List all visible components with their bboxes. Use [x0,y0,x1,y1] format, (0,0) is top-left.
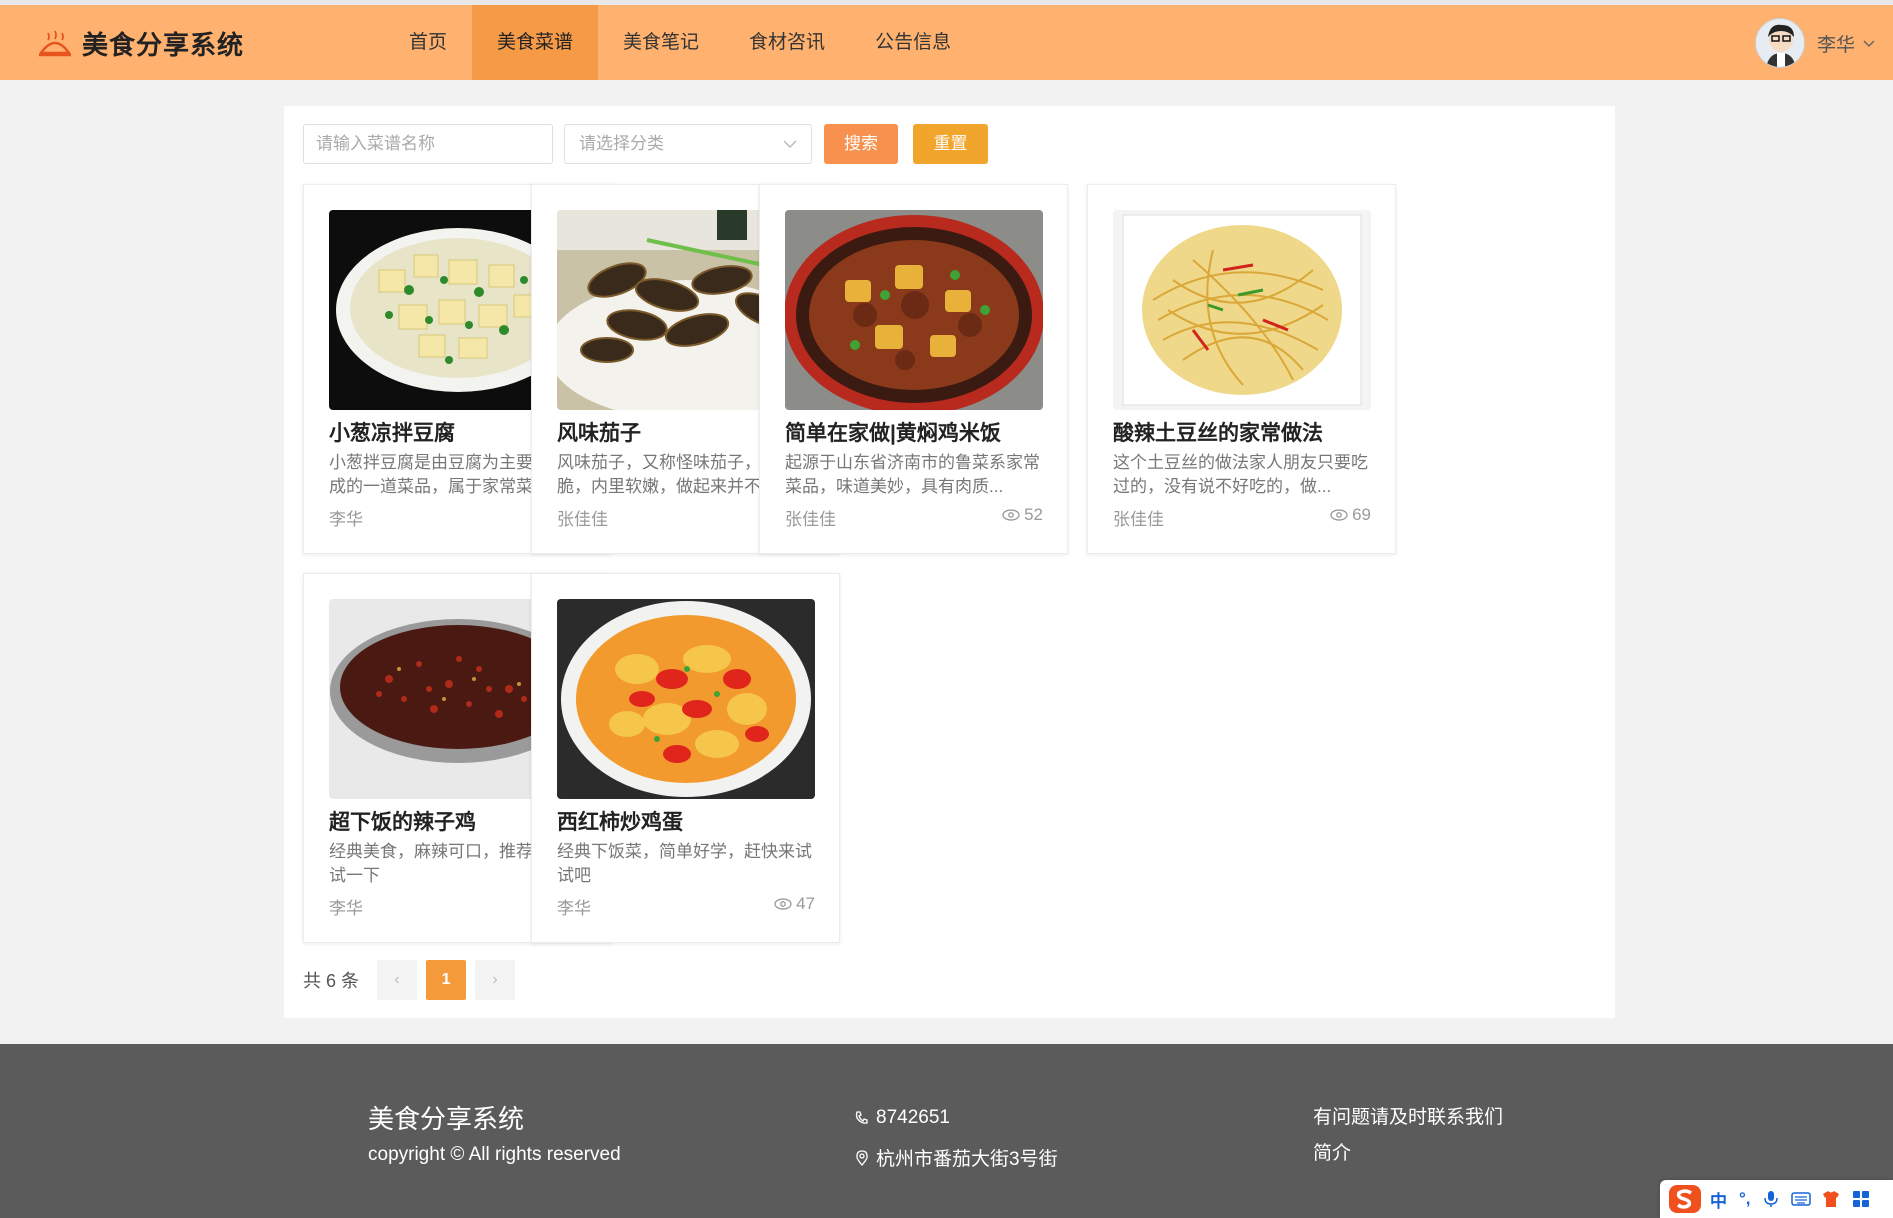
logo[interactable]: 美食分享系统 [38,25,244,62]
recipe-title[interactable]: 西红柿炒鸡蛋 [557,806,683,836]
user-name: 李华 [1816,34,1855,56]
phone-icon [855,1111,868,1124]
footer-address: 杭州市番茄大街3号街 [854,1144,1058,1171]
reset-button[interactable]: 重置 [913,124,988,164]
recipe-panel: 请选择分类 搜索 重置 [284,106,1615,1018]
apps-grid-icon[interactable] [1851,1190,1871,1208]
recipe-image[interactable] [785,210,1043,410]
chevron-down-icon [1863,40,1875,48]
recipe-image[interactable] [557,599,815,799]
pagination: 共 6 条 ‹ 1 › [303,960,524,1000]
nav-notes[interactable]: 美食笔记 [598,5,724,80]
recipe-desc: 起源于山东省济南市的鲁菜系家常菜品，味道美妙，具有肉质... [785,453,1040,496]
sogou-logo-icon[interactable] [1668,1184,1702,1214]
next-page-button[interactable]: › [475,960,516,1000]
category-select[interactable]: 请选择分类 [564,124,812,164]
recipe-author: 李华 [329,510,363,529]
recipe-author: 张佳佳 [557,510,608,529]
skin-icon[interactable] [1821,1190,1841,1208]
recipe-views: 47 [774,894,815,914]
page-1-button[interactable]: 1 [426,960,467,1000]
chevron-down-icon [783,140,797,149]
footer-title: 美食分享系统 [368,1104,525,1134]
recipe-image[interactable] [1113,210,1371,410]
nav-ingredients[interactable]: 食材咨讯 [724,5,850,80]
recipe-author: 李华 [557,899,591,918]
views-count: 47 [796,894,815,913]
views-count: 52 [1024,505,1043,524]
eye-icon [774,898,792,910]
ime-punctuation[interactable]: °, [1739,1189,1751,1209]
eye-icon [1330,509,1348,521]
recipe-desc: 这个土豆丝的做法家人朋友只要吃过的，没有说不好吃的，做... [1113,453,1368,496]
phone-number: 8742651 [876,1107,950,1128]
total-count: 共 6 条 [303,971,360,991]
main-nav: 首页 美食菜谱 美食笔记 食材咨讯 公告信息 [384,5,976,80]
recipe-name-input[interactable] [303,124,553,164]
logo-text: 美食分享系统 [82,30,245,60]
nav-home[interactable]: 首页 [384,5,472,80]
footer-phone: 8742651 [854,1107,950,1129]
recipe-author: 李华 [329,899,363,918]
recipe-views: 69 [1330,505,1371,525]
user-menu[interactable]: 李华 [1754,18,1875,68]
search-bar: 请选择分类 搜索 重置 [303,124,988,164]
recipe-title[interactable]: 简单在家做|黄焖鸡米饭 [785,417,1001,447]
footer-copyright: copyright © All rights reserved [368,1144,621,1165]
recipe-desc: 经典下饭菜，简单好学，赶快来试试吧 [557,842,812,885]
recipe-card[interactable]: 西红柿炒鸡蛋 经典下饭菜，简单好学，赶快来试试吧 李华 47 [531,573,840,943]
cloche-icon [38,30,72,56]
recipe-title[interactable]: 小葱凉拌豆腐 [329,417,455,447]
recipe-author: 张佳佳 [1113,510,1164,529]
recipe-card[interactable]: 酸辣土豆丝的家常做法 这个土豆丝的做法家人朋友只要吃过的，没有说不好吃的，做..… [1087,184,1396,554]
ime-language[interactable]: 中 [1710,1187,1727,1212]
recipe-title[interactable]: 风味茄子 [557,417,641,447]
prev-page-button[interactable]: ‹ [377,960,418,1000]
category-placeholder: 请选择分类 [579,134,664,153]
nav-recipes[interactable]: 美食菜谱 [472,5,599,80]
footer-contact-link[interactable]: 有问题请及时联系我们 [1313,1102,1503,1129]
site-footer: 美食分享系统 copyright © All rights reserved 8… [0,1044,1893,1218]
footer-intro-link[interactable]: 简介 [1313,1138,1351,1165]
recipe-title[interactable]: 超下饭的辣子鸡 [329,806,476,836]
site-header: 美食分享系统 首页 美食菜谱 美食笔记 食材咨讯 公告信息 李华 [0,5,1893,80]
address-text: 杭州市番茄大街3号街 [876,1149,1058,1170]
recipe-title[interactable]: 酸辣土豆丝的家常做法 [1113,417,1323,447]
avatar[interactable] [1754,18,1805,68]
ime-toolbar[interactable]: 中 °, [1660,1180,1893,1218]
microphone-icon[interactable] [1761,1190,1781,1208]
nav-notices[interactable]: 公告信息 [850,5,976,80]
recipe-card[interactable]: 简单在家做|黄焖鸡米饭 起源于山东省济南市的鲁菜系家常菜品，味道美妙，具有肉质.… [759,184,1068,554]
views-count: 69 [1352,505,1371,524]
recipe-views: 52 [1002,505,1043,525]
eye-icon [1002,509,1020,521]
recipe-author: 张佳佳 [785,510,836,529]
keyboard-icon[interactable] [1790,1190,1811,1208]
search-button[interactable]: 搜索 [824,124,898,164]
location-pin-icon [856,1149,868,1166]
